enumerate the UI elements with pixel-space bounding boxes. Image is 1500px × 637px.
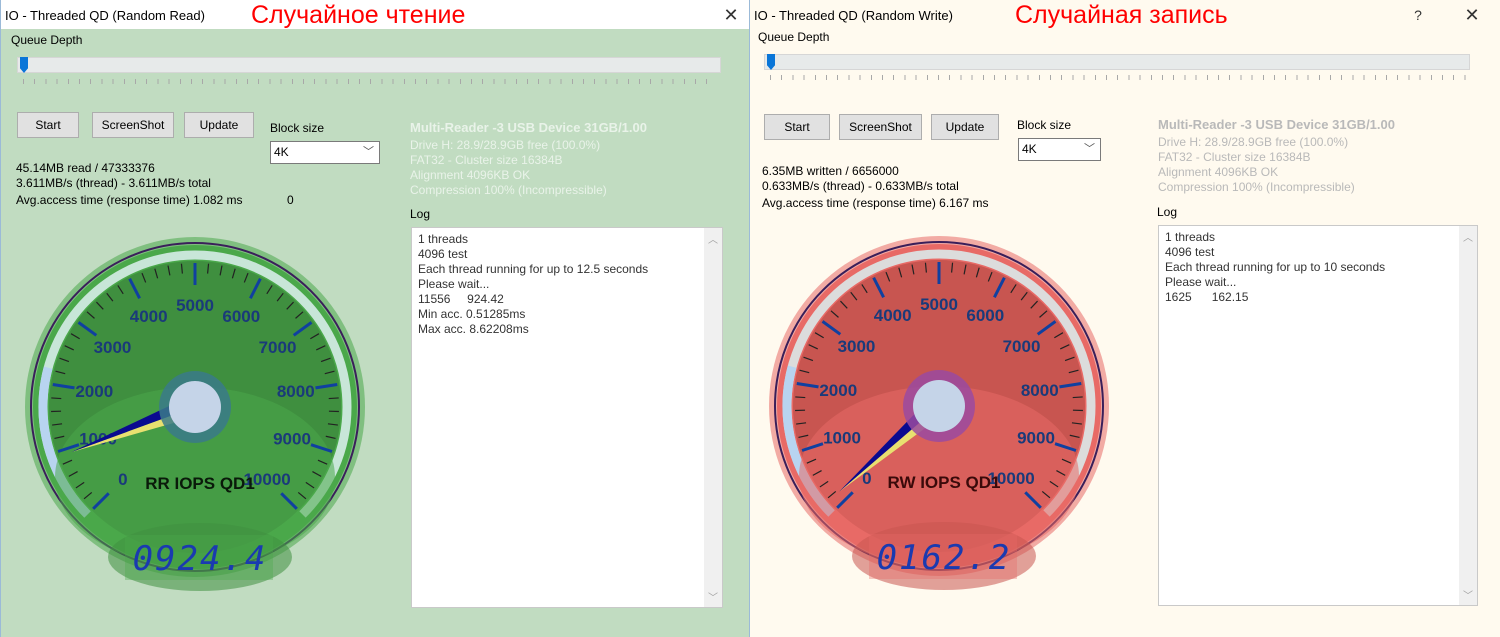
- queue-depth-slider[interactable]: [764, 54, 1470, 70]
- gauge-svg: 0100020003000400050006000700080009000100…: [25, 237, 365, 591]
- gauge-tick-label: 3000: [838, 337, 876, 356]
- gauge-tick-label: 1000: [823, 429, 861, 448]
- scroll-up-icon[interactable]: ︿: [1459, 229, 1477, 244]
- log-label: Log: [410, 207, 431, 221]
- update-button[interactable]: Update: [184, 112, 254, 138]
- block-size-value: 4K: [1022, 142, 1037, 156]
- slider-ticks: [23, 79, 717, 84]
- slider-ticks: [770, 75, 1470, 80]
- gauge-label: RR IOPS QD1: [145, 474, 255, 493]
- chevron-down-icon: ﹀: [363, 146, 374, 158]
- gauge-digital-readout: 0162.2: [877, 538, 1012, 578]
- scroll-down-icon[interactable]: ﹀: [704, 589, 722, 604]
- bytes-written-stat: 6.35MB written / 6656000: [762, 164, 899, 178]
- title-bar: IO - Threaded QD (Random Read) Случайное…: [1, 0, 749, 30]
- block-size-value: 4K: [274, 145, 289, 159]
- throughput-stat: 3.611MB/s (thread) - 3.611MB/s total: [16, 176, 211, 190]
- gauge-tick-label: 7000: [259, 338, 297, 357]
- access-time-stat: Avg.access time (response time) 1.082 ms: [16, 193, 243, 207]
- log-textarea[interactable]: 1 threads 4096 test Each thread running …: [411, 227, 723, 608]
- close-icon[interactable]: ✕: [720, 4, 742, 26]
- log-content: 1 threads 4096 test Each thread running …: [418, 232, 649, 336]
- filesystem-info: FAT32 - Cluster size 16384B: [410, 153, 563, 167]
- gauge-tick-label: 6000: [966, 306, 1004, 325]
- start-button[interactable]: Start: [764, 114, 830, 140]
- start-button[interactable]: Start: [17, 112, 79, 138]
- device-name: Multi-Reader -3 USB Device 31GB/1.00: [410, 120, 647, 135]
- window-title: IO - Threaded QD (Random Write): [754, 8, 953, 23]
- gauge-minor-tick: [795, 396, 806, 399]
- extra-counter: 0: [287, 193, 294, 207]
- update-button[interactable]: Update: [931, 114, 999, 140]
- device-name: Multi-Reader -3 USB Device 31GB/1.00: [1158, 117, 1395, 132]
- scroll-up-icon[interactable]: ︿: [704, 231, 722, 246]
- gauge-minor-tick: [1072, 396, 1083, 399]
- device-info: Multi-Reader -3 USB Device 31GB/1.00 Dri…: [1158, 117, 1395, 195]
- queue-depth-label: Queue Depth: [758, 30, 830, 44]
- gauge-tick-label: 4000: [130, 307, 168, 326]
- gauge-hub: [169, 381, 221, 433]
- compression-info: Compression 100% (Incompressible): [410, 183, 607, 197]
- gauge-hub: [913, 380, 965, 432]
- block-size-select[interactable]: 4K ﹀: [1018, 138, 1101, 161]
- gauge-label: RW IOPS QD1: [887, 473, 1000, 492]
- drive-free: Drive H: 28.9/28.9GB free (100.0%): [1158, 135, 1349, 149]
- gauge-tick-label: 8000: [1021, 381, 1059, 400]
- screenshot-button[interactable]: ScreenShot: [92, 112, 174, 138]
- gauge-tick-label: 9000: [1017, 429, 1055, 448]
- alignment-info: Alignment 4096KB OK: [1158, 165, 1279, 179]
- bytes-read-stat: 45.14MB read / 47333376: [16, 161, 155, 175]
- block-size-select[interactable]: 4K ﹀: [270, 141, 380, 164]
- gauge-tick-label: 6000: [222, 307, 260, 326]
- gauge-tick-label: 9000: [273, 430, 311, 449]
- gauge-tick-label: 2000: [819, 381, 857, 400]
- window-title: IO - Threaded QD (Random Read): [5, 8, 205, 23]
- help-icon[interactable]: ?: [1408, 4, 1428, 26]
- gauge-digital-readout: 0924.4: [133, 539, 268, 579]
- title-bar: IO - Threaded QD (Random Write) Случайна…: [750, 0, 1500, 30]
- random-read-window: IO - Threaded QD (Random Read) Случайное…: [0, 0, 750, 637]
- log-label: Log: [1157, 205, 1178, 219]
- queue-depth-slider[interactable]: [17, 57, 721, 73]
- queue-depth-label: Queue Depth: [11, 33, 83, 47]
- gauge-tick-label: 4000: [874, 306, 912, 325]
- gauge-tick-label: 3000: [94, 338, 132, 357]
- log-content: 1 threads 4096 test Each thread running …: [1165, 230, 1386, 304]
- alignment-info: Alignment 4096KB OK: [410, 168, 531, 182]
- gauge-tick-label: 5000: [176, 296, 214, 315]
- scroll-down-icon[interactable]: ﹀: [1459, 587, 1477, 602]
- gauge-svg: 0100020003000400050006000700080009000100…: [769, 236, 1109, 590]
- iops-gauge: 0 1000 2000 3000 4000 5000 6000 7000 8000 9000 100…: [767, 234, 1112, 614]
- log-scrollbar[interactable]: ︿ ﹀: [704, 228, 722, 607]
- gauge-tick-label: 5000: [920, 295, 958, 314]
- close-icon[interactable]: ✕: [1461, 4, 1483, 26]
- gauge-tick-label: 8000: [277, 382, 315, 401]
- iops-gauge: 0 1000 2000 3000 4000 5000 6000 7000 8000 9000 100…: [23, 235, 368, 615]
- access-time-stat: Avg.access time (response time) 6.167 ms: [762, 196, 989, 210]
- log-scrollbar[interactable]: ︿ ﹀: [1459, 226, 1477, 605]
- drive-free: Drive H: 28.9/28.9GB free (100.0%): [410, 138, 601, 152]
- gauge-tick-label: 0: [118, 470, 127, 489]
- compression-info: Compression 100% (Incompressible): [1158, 180, 1355, 194]
- block-size-label: Block size: [1017, 118, 1072, 132]
- throughput-stat: 0.633MB/s (thread) - 0.633MB/s total: [762, 179, 959, 193]
- device-info: Multi-Reader -3 USB Device 31GB/1.00 Dri…: [410, 120, 647, 198]
- gauge-minor-tick: [51, 397, 62, 400]
- gauge-tick-label: 2000: [75, 382, 113, 401]
- annotation-label: Случайное чтение: [251, 1, 466, 29]
- gauge-minor-tick: [328, 397, 339, 400]
- slider-thumb[interactable]: [20, 57, 28, 73]
- screenshot-button[interactable]: ScreenShot: [839, 114, 922, 140]
- filesystem-info: FAT32 - Cluster size 16384B: [1158, 150, 1311, 164]
- gauge-tick-label: 7000: [1003, 337, 1041, 356]
- annotation-label: Случайная запись: [1015, 1, 1228, 29]
- block-size-label: Block size: [270, 121, 325, 135]
- chevron-down-icon: ﹀: [1084, 143, 1095, 155]
- slider-thumb[interactable]: [767, 54, 775, 70]
- random-write-window: IO - Threaded QD (Random Write) Случайна…: [750, 0, 1500, 637]
- log-textarea[interactable]: 1 threads 4096 test Each thread running …: [1158, 225, 1478, 606]
